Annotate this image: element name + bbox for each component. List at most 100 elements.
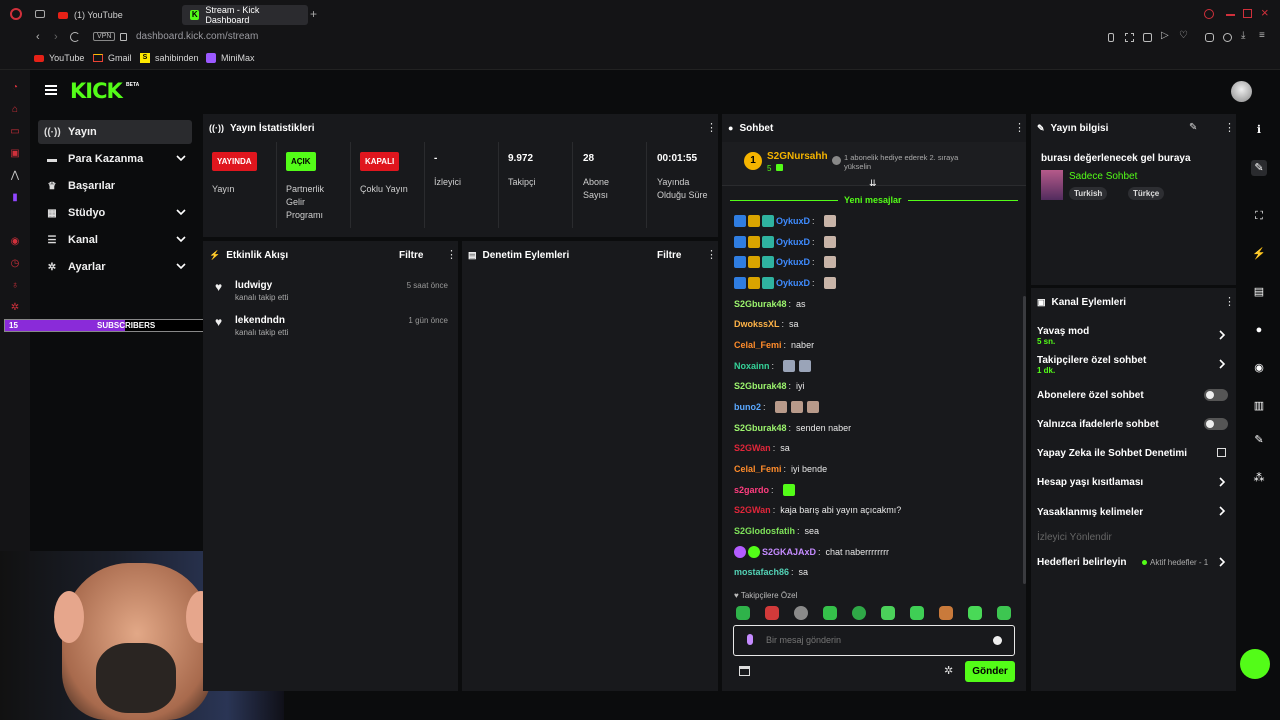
chat-username[interactable]: mostafach86: [734, 567, 789, 577]
more-options-icon[interactable]: ⋮: [1014, 122, 1025, 134]
more-options-icon[interactable]: ⋮: [706, 249, 717, 261]
reload-icon[interactable]: [70, 32, 80, 42]
chat-username[interactable]: Noxainn: [734, 361, 770, 371]
more-options-icon[interactable]: ⋮: [446, 249, 457, 261]
emote-icon[interactable]: [939, 606, 953, 620]
download-icon[interactable]: ⤓: [1241, 30, 1245, 41]
history-icon[interactable]: ◷: [9, 258, 21, 270]
document-icon[interactable]: ▤: [1251, 284, 1267, 300]
tag-turkce[interactable]: Türkçe: [1128, 187, 1165, 200]
chat-username[interactable]: OykuxD: [776, 237, 810, 247]
extension-icon[interactable]: [1143, 33, 1152, 42]
chat-username[interactable]: buno2: [734, 402, 761, 412]
support-button[interactable]: [1240, 649, 1270, 679]
lightning-icon[interactable]: ⚡: [1251, 246, 1267, 262]
hamburger-icon[interactable]: [45, 85, 57, 95]
extensions-cube-icon[interactable]: [1205, 33, 1214, 42]
forward-icon[interactable]: ›: [54, 31, 58, 43]
snapshot-icon[interactable]: [1125, 33, 1134, 42]
vpn-badge[interactable]: VPN: [93, 32, 116, 41]
action-slow-mode[interactable]: Yavaş mod 5 sn.: [1037, 326, 1089, 346]
avatar[interactable]: [1231, 81, 1252, 102]
chat-username[interactable]: S2Gburak48: [734, 299, 787, 309]
emote-icon[interactable]: [968, 606, 982, 620]
nodes-icon[interactable]: ⁂: [1251, 470, 1267, 486]
shop-icon[interactable]: ⌂: [9, 104, 21, 116]
broadcast-icon[interactable]: ◉: [1251, 360, 1267, 376]
messenger-icon[interactable]: ▭: [9, 126, 21, 138]
nav-item-para-kazanma[interactable]: ▬ Para Kazanma: [38, 147, 192, 171]
chat-icon[interactable]: ●: [1251, 322, 1267, 338]
nav-item-kanal[interactable]: ☰ Kanal: [38, 228, 192, 252]
chat-username[interactable]: S2GWan: [734, 443, 771, 453]
nav-item-yayin[interactable]: ((·)) Yayın: [38, 120, 192, 144]
pin-icon[interactable]: [1108, 33, 1114, 42]
search-tabs-icon[interactable]: [1204, 9, 1214, 19]
bookmark-gmail[interactable]: Gmail: [93, 53, 132, 63]
chat-settings-icon[interactable]: ✲: [944, 664, 953, 677]
action-raid[interactable]: İzleyici Yönlendir: [1037, 532, 1112, 543]
emoji-icon[interactable]: [993, 636, 1002, 645]
info-icon[interactable]: ℹ: [1251, 122, 1267, 138]
emote-icon[interactable]: [765, 606, 779, 620]
twitch-icon[interactable]: ▮: [9, 192, 21, 204]
workspaces-icon[interactable]: [35, 10, 45, 18]
chat-username[interactable]: Celal_Femi: [734, 340, 782, 350]
player-icon[interactable]: ▷: [1161, 30, 1169, 41]
send-button[interactable]: Gönder: [965, 661, 1015, 682]
moderation-filter-button[interactable]: Filtre: [657, 250, 681, 261]
chat-username[interactable]: s2gardo: [734, 485, 769, 495]
heart-icon[interactable]: ♡: [1179, 30, 1188, 41]
settings-icon[interactable]: ✲: [9, 302, 21, 314]
close-window-icon[interactable]: ×: [1261, 5, 1269, 20]
collapse-icon[interactable]: ⇊: [869, 178, 877, 189]
account-icon[interactable]: [1223, 33, 1232, 42]
chat-scrollbar[interactable]: [1023, 296, 1026, 584]
emote-icon[interactable]: [736, 606, 750, 620]
action-banned-words[interactable]: Yasaklanmış kelimeler: [1037, 507, 1143, 518]
chat-username[interactable]: OykuxD: [776, 257, 810, 267]
more-options-icon[interactable]: ⋮: [706, 122, 717, 134]
nav-item-ayarlar[interactable]: ✲ Ayarlar: [38, 255, 192, 279]
opera-logo-icon[interactable]: [10, 8, 22, 20]
action-subscribers-only[interactable]: Abonelere özel sohbet: [1037, 390, 1144, 401]
tag-turkish[interactable]: Turkish: [1069, 187, 1108, 200]
category-link[interactable]: Sadece Sohbet: [1069, 171, 1137, 182]
external-link-icon[interactable]: [1217, 448, 1226, 457]
activity-filter-button[interactable]: Filtre: [399, 250, 423, 261]
action-followers-only[interactable]: Takipçilere özel sohbet 1 dk.: [1037, 355, 1146, 375]
back-icon[interactable]: ‹: [36, 31, 40, 43]
emote-icon[interactable]: [852, 606, 866, 620]
more-options-icon[interactable]: ⋮: [1224, 122, 1235, 134]
player-sidebar-icon[interactable]: ◉: [9, 236, 21, 248]
url-field[interactable]: dashboard.kick.com/stream: [136, 31, 258, 42]
chat-username[interactable]: Celal_Femi: [734, 464, 782, 474]
chat-username[interactable]: S2GWan: [734, 505, 771, 515]
tab-youtube[interactable]: (1) YouTube: [50, 5, 131, 25]
emote-icon[interactable]: [910, 606, 924, 620]
chat-username[interactable]: S2Gburak48: [734, 381, 787, 391]
chat-username[interactable]: S2GKAJAxD: [762, 547, 816, 557]
wrench-icon[interactable]: ✎: [1251, 432, 1267, 448]
emotes-only-toggle[interactable]: [1204, 418, 1228, 430]
nav-item-studyo[interactable]: ▦ Stüdyo: [38, 201, 192, 225]
store-icon[interactable]: [739, 666, 750, 676]
chat-username[interactable]: S2Gburak48: [734, 423, 787, 433]
action-ai-moderation[interactable]: Yapay Zeka ile Sohbet Denetimi: [1037, 448, 1187, 459]
nav-item-basarilar[interactable]: ♛ Başarılar: [38, 174, 192, 198]
minimize-icon[interactable]: [1226, 14, 1235, 16]
microphone-icon[interactable]: [747, 634, 753, 645]
emote-icon[interactable]: [794, 606, 808, 620]
aria-icon[interactable]: ◔: [9, 82, 21, 94]
action-emotes-only[interactable]: Yalnızca ifadelerle sohbet: [1037, 419, 1159, 430]
chat-username[interactable]: OykuxD: [776, 278, 810, 288]
fullscreen-icon[interactable]: ⛶: [1251, 208, 1267, 224]
kick-app-icon[interactable]: ⋀: [9, 170, 21, 182]
chat-message-field[interactable]: [766, 633, 966, 647]
action-goals[interactable]: Hedefleri belirleyin: [1037, 557, 1126, 568]
activity-user[interactable]: ludwigy: [235, 280, 272, 291]
edit-icon[interactable]: ✎: [1189, 122, 1197, 133]
chat-input[interactable]: [733, 625, 1015, 656]
pinned-user[interactable]: S2GNursahh: [767, 151, 828, 162]
bulb-icon[interactable]: ♁: [9, 280, 21, 292]
